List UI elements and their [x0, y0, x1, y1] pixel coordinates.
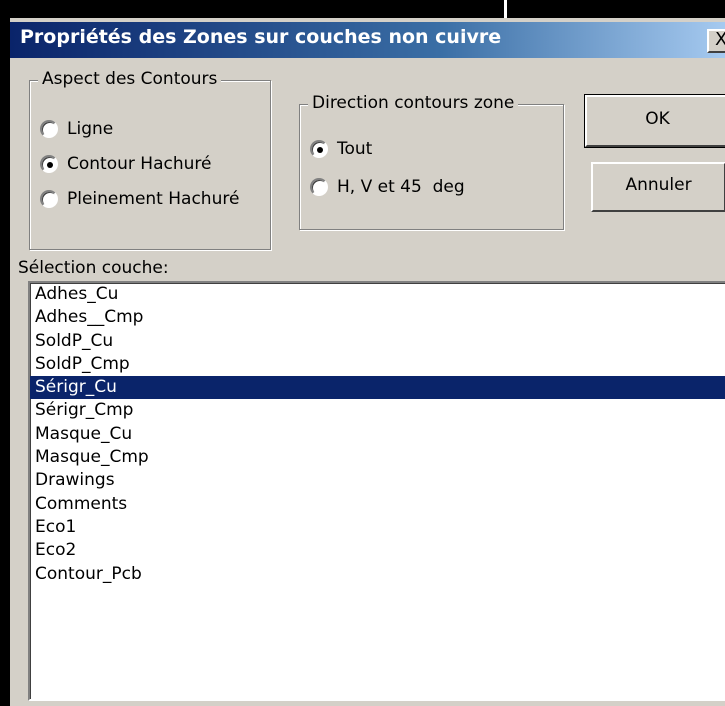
dialog-window: Propriétés des Zones sur couches non cui… [10, 18, 725, 706]
radio-tout-circle[interactable] [310, 140, 328, 158]
layer-list-item[interactable]: Contour_Pcb [30, 563, 725, 586]
cancel-button-label: Annuler [625, 175, 692, 195]
direction-contours-legend: Direction contours zone [308, 93, 519, 113]
close-icon: X [715, 29, 725, 50]
aspect-contours-legend: Aspect des Contours [38, 69, 222, 89]
cancel-button[interactable]: Annuler [591, 162, 725, 212]
layer-list-item[interactable]: Masque_Cu [30, 423, 725, 446]
radio-pleinement-hachure[interactable]: Pleinement Hachuré [40, 189, 239, 209]
radio-tout-label: Tout [337, 139, 373, 159]
radio-contour-hachure-circle[interactable] [40, 155, 58, 173]
layer-listbox[interactable]: Adhes_Cu Adhes__Cmp SoldP_Cu SoldP_Cmp Sérig… [28, 281, 725, 701]
aspect-contours-group: Aspect des Contours Ligne Contour Hachur… [29, 69, 271, 250]
radio-hv45[interactable]: H, V et 45 deg [310, 177, 465, 197]
layer-list-item[interactable]: SoldP_Cu [30, 330, 725, 353]
close-button[interactable]: X [707, 29, 725, 53]
layer-list-item[interactable]: SoldP_Cmp [30, 353, 725, 376]
layer-list-item[interactable]: Sérigr_Cmp [30, 399, 725, 422]
radio-tout[interactable]: Tout [310, 139, 372, 159]
radio-hv45-circle[interactable] [310, 178, 328, 196]
ok-button-label: OK [645, 109, 670, 129]
title-bar[interactable]: Propriétés des Zones sur couches non cui… [10, 22, 725, 58]
direction-contours-group: Direction contours zone Tout H, V et 45 … [299, 93, 564, 230]
ok-button[interactable]: OK [584, 94, 725, 148]
radio-contour-hachure[interactable]: Contour Hachuré [40, 154, 211, 174]
layer-list-item[interactable]: Adhes_Cu [30, 283, 725, 306]
radio-ligne[interactable]: Ligne [40, 119, 113, 139]
layer-list-item[interactable]: Comments [30, 493, 725, 516]
layer-list-item[interactable]: Masque_Cmp [30, 446, 725, 469]
background-top-strip [0, 0, 725, 18]
window-title: Propriétés des Zones sur couches non cui… [20, 26, 502, 48]
layer-list-item[interactable]: Eco1 [30, 516, 725, 539]
radio-pleinement-hachure-circle[interactable] [40, 190, 58, 208]
background-divider [504, 0, 507, 18]
radio-ligne-label: Ligne [67, 119, 114, 139]
layer-list-item[interactable]: Eco2 [30, 539, 725, 562]
radio-hv45-label: H, V et 45 deg [337, 177, 465, 197]
radio-contour-hachure-label: Contour Hachuré [67, 154, 212, 174]
layer-list-item[interactable]: Drawings [30, 469, 725, 492]
layer-list-item[interactable]: Adhes__Cmp [30, 306, 725, 329]
radio-ligne-circle[interactable] [40, 120, 58, 138]
radio-pleinement-hachure-label: Pleinement Hachuré [67, 189, 240, 209]
layer-list-label: Sélection couche: [18, 258, 169, 278]
layer-list-item[interactable]: Sérigr_Cu [30, 376, 725, 400]
